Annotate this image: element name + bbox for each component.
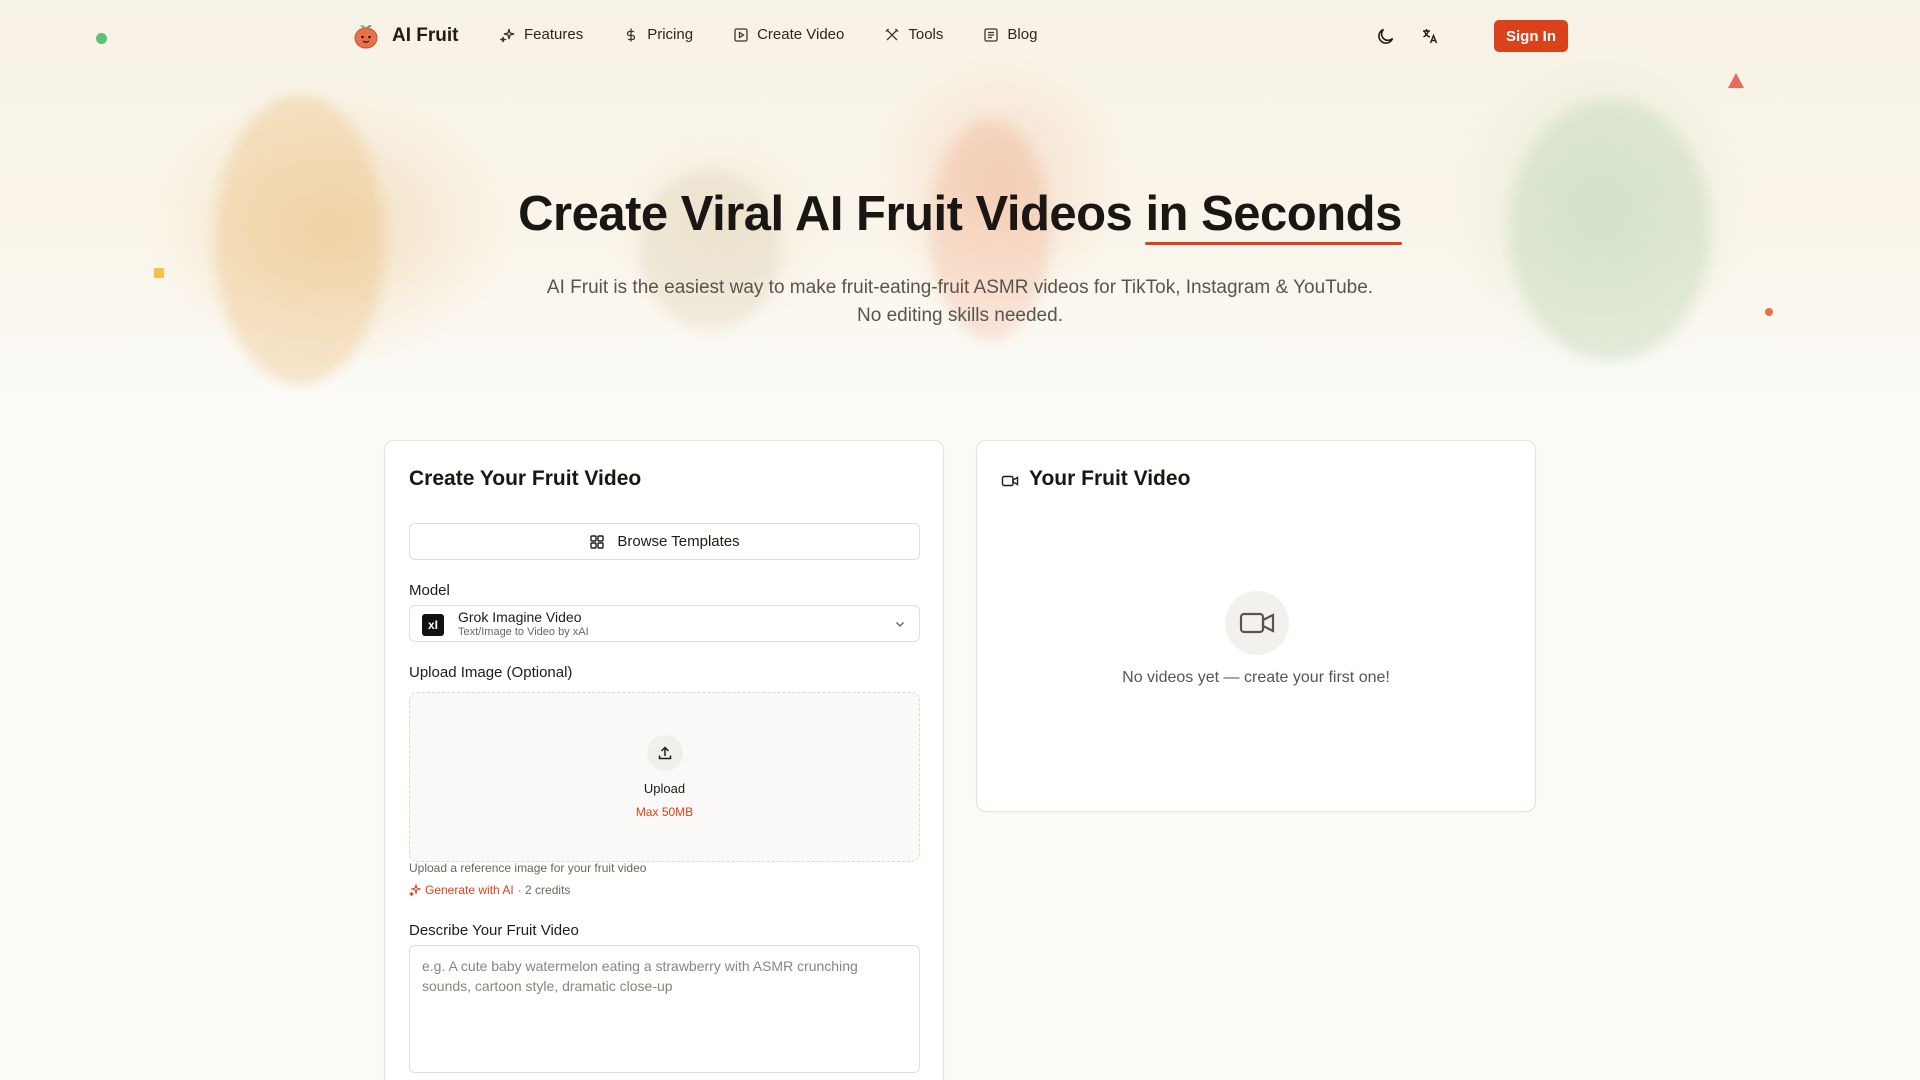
create-video-card: Create Your Fruit Video Browse Templates…	[384, 440, 944, 1080]
upload-max-size: Max 50MB	[635, 805, 694, 819]
video-camera-icon	[1001, 475, 1019, 487]
nav-item-blog[interactable]: Blog	[983, 26, 1037, 43]
play-square-icon	[734, 27, 748, 42]
nav-item-create-video[interactable]: Create Video	[733, 26, 844, 43]
browse-templates-button[interactable]: Browse Templates	[409, 523, 920, 560]
dollar-icon	[627, 28, 636, 41]
browse-templates-label: Browse Templates	[617, 533, 740, 550]
theme-toggle-button[interactable]	[1370, 20, 1402, 52]
newspaper-icon	[984, 27, 999, 42]
hero-title: Create Viral AI Fruit Videos in Seconds	[0, 186, 1920, 242]
nav-item-tools[interactable]: Tools	[884, 26, 943, 43]
decor-triangle-red	[1728, 73, 1744, 88]
model-label: Model	[409, 582, 450, 599]
brand-logo[interactable]: AI Fruit	[352, 22, 459, 50]
image-upload-dropzone[interactable]: Upload Max 50MB	[409, 692, 920, 862]
nav-item-features[interactable]: Features	[500, 26, 583, 43]
model-description: Text/Image to Video by xAI	[458, 626, 589, 638]
nav-item-label: Tools	[908, 26, 944, 43]
generate-with-ai-link[interactable]: Generate with AI	[425, 883, 514, 897]
describe-label: Describe Your Fruit Video	[409, 922, 579, 939]
describe-textarea[interactable]: e.g. A cute baby watermelon eating a str…	[409, 945, 920, 1073]
nav-item-label: Create Video	[757, 26, 845, 43]
brand-name: AI Fruit	[392, 25, 459, 46]
generate-ai-credits: · 2 credits	[517, 883, 571, 897]
fruit-logo-icon	[354, 25, 378, 49]
empty-state-icon-wrap	[1225, 591, 1289, 655]
translate-icon	[1423, 29, 1438, 44]
hero-subtitle: AI Fruit is the easiest way to make frui…	[0, 274, 1920, 330]
tools-icon	[885, 28, 899, 40]
nav-item-label: Pricing	[647, 26, 694, 43]
chevron-down-icon	[896, 622, 904, 627]
hero-title-accent: in Seconds	[1145, 187, 1402, 241]
sparkles-icon	[500, 28, 515, 42]
upload-icon	[658, 746, 672, 760]
hero-title-main: Create Viral AI Fruit Videos	[518, 187, 1133, 241]
upload-image-label: Upload Image (Optional)	[409, 664, 573, 681]
moon-icon	[1378, 28, 1394, 44]
hero-subtitle-line1: AI Fruit is the easiest way to make frui…	[546, 277, 1374, 298]
nav-item-label: Blog	[1007, 26, 1038, 43]
generate-with-ai: Generate with AI · 2 credits	[409, 883, 570, 897]
sparkles-icon	[409, 884, 421, 896]
model-select[interactable]: xI Grok Imagine Video Text/Image to Vide…	[409, 605, 920, 642]
video-card-title: Your Fruit Video	[1029, 467, 1191, 490]
language-button[interactable]	[1414, 20, 1446, 52]
xai-logo-icon: xI	[422, 614, 444, 636]
top-navbar: AI Fruit Features Pricing Create Video T…	[0, 0, 1920, 72]
upload-hint: Upload a reference image for your fruit …	[409, 861, 647, 875]
your-video-card: Your Fruit Video No videos yet — create …	[976, 440, 1536, 812]
create-card-title: Create Your Fruit Video	[409, 467, 642, 490]
upload-button-label: Upload	[643, 781, 686, 796]
nav-item-label: Features	[524, 26, 584, 43]
nav-item-pricing[interactable]: Pricing	[623, 26, 693, 43]
upload-icon-wrap	[647, 735, 683, 771]
video-camera-icon	[1239, 612, 1275, 634]
nav-actions: Sign In	[1370, 20, 1568, 52]
grid-icon	[590, 534, 605, 549]
hero-subtitle-line2: No editing skills needed.	[857, 305, 1063, 326]
empty-state-text: No videos yet — create your first one!	[1122, 669, 1390, 686]
sign-in-button[interactable]: Sign In	[1494, 20, 1568, 52]
model-name: Grok Imagine Video	[458, 609, 582, 625]
nav-links: Features Pricing Create Video Tools Blog	[500, 26, 1037, 43]
